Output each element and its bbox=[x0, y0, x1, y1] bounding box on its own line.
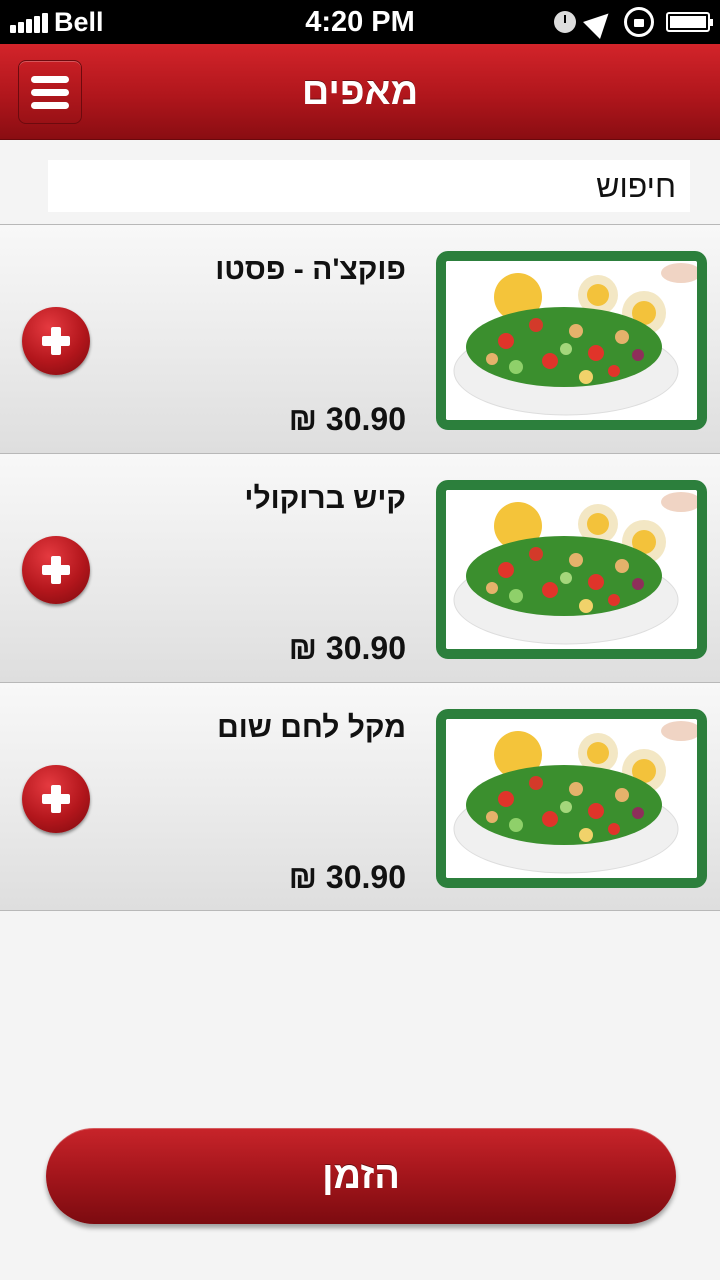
salad-photo bbox=[436, 251, 707, 430]
battery-icon bbox=[666, 12, 713, 32]
salad-photo-image bbox=[446, 490, 697, 649]
item-price: 30.90 ₪ bbox=[288, 401, 406, 437]
signal-bars-icon bbox=[10, 11, 48, 33]
salad-photo-image bbox=[446, 261, 697, 420]
status-right bbox=[554, 5, 713, 39]
item-price: 30.90 ₪ bbox=[288, 630, 406, 666]
list-item[interactable]: פוקצ'ה - פסטו 30.90 ₪ bbox=[0, 224, 720, 453]
add-item-button[interactable] bbox=[22, 765, 90, 833]
salad-photo bbox=[436, 709, 707, 888]
add-item-button[interactable] bbox=[22, 307, 90, 375]
list-item[interactable]: קיש ברוקולי 30.90 ₪ bbox=[0, 453, 720, 682]
nav-bar: מאפים bbox=[0, 44, 720, 140]
hamburger-menu-icon bbox=[31, 101, 69, 109]
item-name: קיש ברוקולי bbox=[244, 482, 406, 515]
item-list: פוקצ'ה - פסטו 30.90 ₪ קיש ברוקולי 30.90 … bbox=[0, 224, 720, 911]
status-bar: Bell 4:20 PM bbox=[0, 0, 720, 44]
order-button[interactable]: הזמן bbox=[46, 1128, 676, 1224]
salad-photo bbox=[436, 480, 707, 659]
item-name: פוקצ'ה - פסטו bbox=[215, 253, 406, 286]
item-price: 30.90 ₪ bbox=[288, 859, 406, 895]
status-left: Bell bbox=[10, 7, 104, 38]
clock-icon bbox=[554, 11, 576, 33]
salad-photo-image bbox=[446, 719, 697, 878]
page-title: מאפים bbox=[301, 71, 419, 113]
item-name: מקל לחם שום bbox=[217, 711, 406, 744]
add-item-button[interactable] bbox=[22, 536, 90, 604]
search-input[interactable] bbox=[48, 160, 690, 212]
menu-button[interactable] bbox=[18, 60, 82, 124]
hamburger-menu-icon bbox=[31, 88, 69, 96]
hamburger-menu-icon bbox=[31, 75, 69, 83]
rotation-lock-icon bbox=[624, 7, 654, 37]
location-arrow-icon bbox=[583, 5, 617, 39]
list-item[interactable]: מקל לחם שום 30.90 ₪ bbox=[0, 682, 720, 911]
carrier-name: Bell bbox=[54, 6, 104, 37]
